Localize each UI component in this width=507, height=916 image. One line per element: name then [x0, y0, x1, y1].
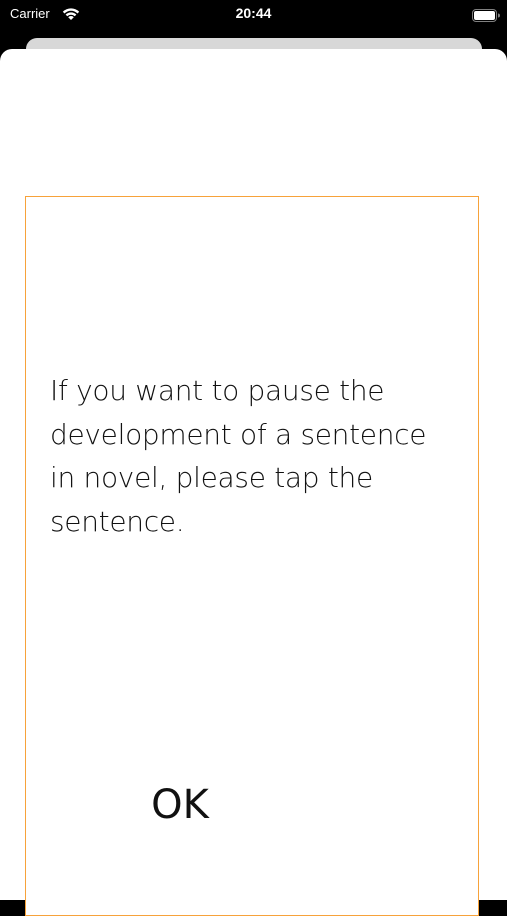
dialog-message: If you want to pause the development of … [50, 374, 427, 538]
status-bar: Carrier 20:44 [0, 0, 507, 32]
ok-button[interactable]: OK [130, 775, 230, 835]
battery-icon [472, 7, 500, 22]
clock: 20:44 [235, 5, 272, 21]
tutorial-dialog: If you want to pause the development of … [25, 196, 479, 916]
